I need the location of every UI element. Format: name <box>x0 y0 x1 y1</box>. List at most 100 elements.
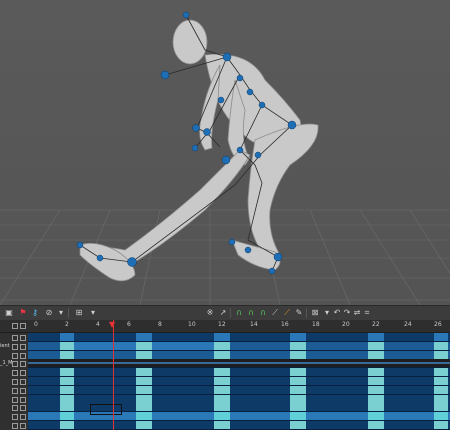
keyframe-cell[interactable] <box>368 412 384 421</box>
visibility-icon[interactable] <box>20 323 26 329</box>
track-lock-checkbox[interactable] <box>12 361 18 368</box>
track-header[interactable] <box>0 421 28 429</box>
keyframe-cell[interactable] <box>368 333 384 341</box>
clamp-icon[interactable]: ⊠ <box>310 308 320 318</box>
track-visible-checkbox[interactable] <box>20 352 26 359</box>
ban-icon[interactable]: ⊘ <box>44 308 54 318</box>
track-lock-checkbox[interactable] <box>12 414 18 421</box>
keyframe-cell[interactable] <box>136 403 152 412</box>
keyframe-cell[interactable] <box>60 421 74 429</box>
keyframe-cell[interactable] <box>290 333 306 341</box>
ease-in-icon[interactable]: ∩ <box>234 308 244 318</box>
fit-icon[interactable]: ▾ <box>322 308 332 318</box>
track-visible-checkbox[interactable] <box>20 370 26 377</box>
curve-icon[interactable]: ※ <box>205 308 215 318</box>
key-icon[interactable]: ⚷ <box>30 308 40 318</box>
keyframe-cell[interactable] <box>434 412 448 421</box>
keyframe-cell[interactable] <box>136 368 152 377</box>
track-header[interactable] <box>0 386 28 394</box>
track-lock-checkbox[interactable] <box>12 423 18 429</box>
keyframe-cell[interactable] <box>290 421 306 429</box>
keyframe-cell[interactable] <box>60 341 74 350</box>
ease-out-icon[interactable]: ∩ <box>246 308 256 318</box>
keyframe-cell[interactable] <box>368 421 384 429</box>
keyframe-cell[interactable] <box>136 341 152 350</box>
keyframe-cell[interactable] <box>290 350 306 359</box>
track-lock-checkbox[interactable] <box>12 405 18 412</box>
keyframe-cell[interactable] <box>214 350 230 359</box>
arrow-icon[interactable]: ↗ <box>218 308 228 318</box>
track-header[interactable] <box>0 377 28 385</box>
track-visible-checkbox[interactable] <box>20 405 26 412</box>
track-visible-checkbox[interactable] <box>20 414 26 421</box>
chevron-icon[interactable]: ▾ <box>56 308 66 318</box>
keyframe-cell[interactable] <box>60 333 74 341</box>
flag-icon[interactable]: ⚑ <box>18 308 28 318</box>
viewport-3d[interactable] <box>0 0 450 305</box>
step-icon[interactable]: ⟋ <box>270 308 280 318</box>
track-header[interactable] <box>0 395 28 403</box>
timeline-ruler[interactable]: 0 2 4 6 8 10 12 14 16 18 20 22 24 26 ▼ <box>0 320 450 333</box>
keyframe-cell[interactable] <box>60 368 74 377</box>
keyframe-cell[interactable] <box>60 412 74 421</box>
linear-icon[interactable]: ⟋ <box>282 308 292 318</box>
viewport-scene[interactable] <box>0 0 450 305</box>
keyframe-cell[interactable] <box>214 341 230 350</box>
keyframe-cell[interactable] <box>368 403 384 412</box>
track-row[interactable] <box>28 359 450 369</box>
keyframe-cell[interactable] <box>136 394 152 403</box>
keyframe-cell[interactable] <box>434 421 448 429</box>
keyframe-cell[interactable] <box>290 385 306 394</box>
keyframe-cell[interactable] <box>136 421 152 429</box>
track-lock-checkbox[interactable] <box>12 370 18 377</box>
track-lock-checkbox[interactable] <box>12 343 18 350</box>
grid-icon[interactable]: ⌗ <box>362 308 372 318</box>
track-row[interactable] <box>28 377 450 386</box>
zoom-icon[interactable]: ⊞ <box>74 308 84 318</box>
track-visible-checkbox[interactable] <box>20 361 26 368</box>
keyframe-cell[interactable] <box>434 385 448 394</box>
lock-icon[interactable] <box>12 323 18 329</box>
keyframe-cell[interactable] <box>434 377 448 385</box>
character-mesh[interactable] <box>79 19 319 282</box>
ease-inout-icon[interactable]: ∩ <box>258 308 268 318</box>
track-lock-checkbox[interactable] <box>12 387 18 394</box>
keyframe-cell[interactable] <box>60 403 74 412</box>
keyframe-cell[interactable] <box>434 341 448 350</box>
keyframe-cell[interactable] <box>60 377 74 385</box>
track-visible-checkbox[interactable] <box>20 379 26 385</box>
track-header[interactable] <box>0 351 28 359</box>
redo-icon[interactable]: ↷ <box>342 308 352 318</box>
keyframe-cell[interactable] <box>214 385 230 394</box>
track-lock-checkbox[interactable] <box>12 396 18 403</box>
track-row[interactable] <box>28 394 450 404</box>
track-visible-checkbox[interactable] <box>20 335 26 341</box>
keyframe-cell[interactable] <box>368 394 384 403</box>
track-header[interactable] <box>0 333 28 341</box>
track-row[interactable] <box>28 368 450 378</box>
keyframe-cell[interactable] <box>290 412 306 421</box>
keyframe-cell[interactable] <box>214 394 230 403</box>
keyframe-cell[interactable] <box>214 412 230 421</box>
keyframe-cell[interactable] <box>368 368 384 377</box>
keyframe-cell[interactable] <box>290 394 306 403</box>
track-row[interactable] <box>28 421 450 430</box>
track-visible-checkbox[interactable] <box>20 343 26 350</box>
track-header[interactable]: _1_M <box>0 359 28 368</box>
keyframe-cell[interactable] <box>60 394 74 403</box>
keyframe-cell[interactable] <box>290 377 306 385</box>
track-header[interactable]: ient <box>0 342 28 350</box>
track-row[interactable] <box>28 333 450 342</box>
keyframe-cell[interactable] <box>214 333 230 341</box>
keyframe-cell[interactable] <box>136 385 152 394</box>
track-row[interactable] <box>28 341 450 351</box>
keyframe-cell[interactable] <box>434 368 448 377</box>
keyframe-cell[interactable] <box>136 377 152 385</box>
track-visible-checkbox[interactable] <box>20 396 26 403</box>
keyframe-cell[interactable] <box>290 368 306 377</box>
frame-icon[interactable]: ▣ <box>4 308 14 318</box>
keyframe-cell[interactable] <box>368 385 384 394</box>
dopesheet-tracks[interactable]: ient _1_M <box>0 333 450 430</box>
chevron-icon[interactable]: ▾ <box>88 308 98 318</box>
track-visible-checkbox[interactable] <box>20 387 26 394</box>
